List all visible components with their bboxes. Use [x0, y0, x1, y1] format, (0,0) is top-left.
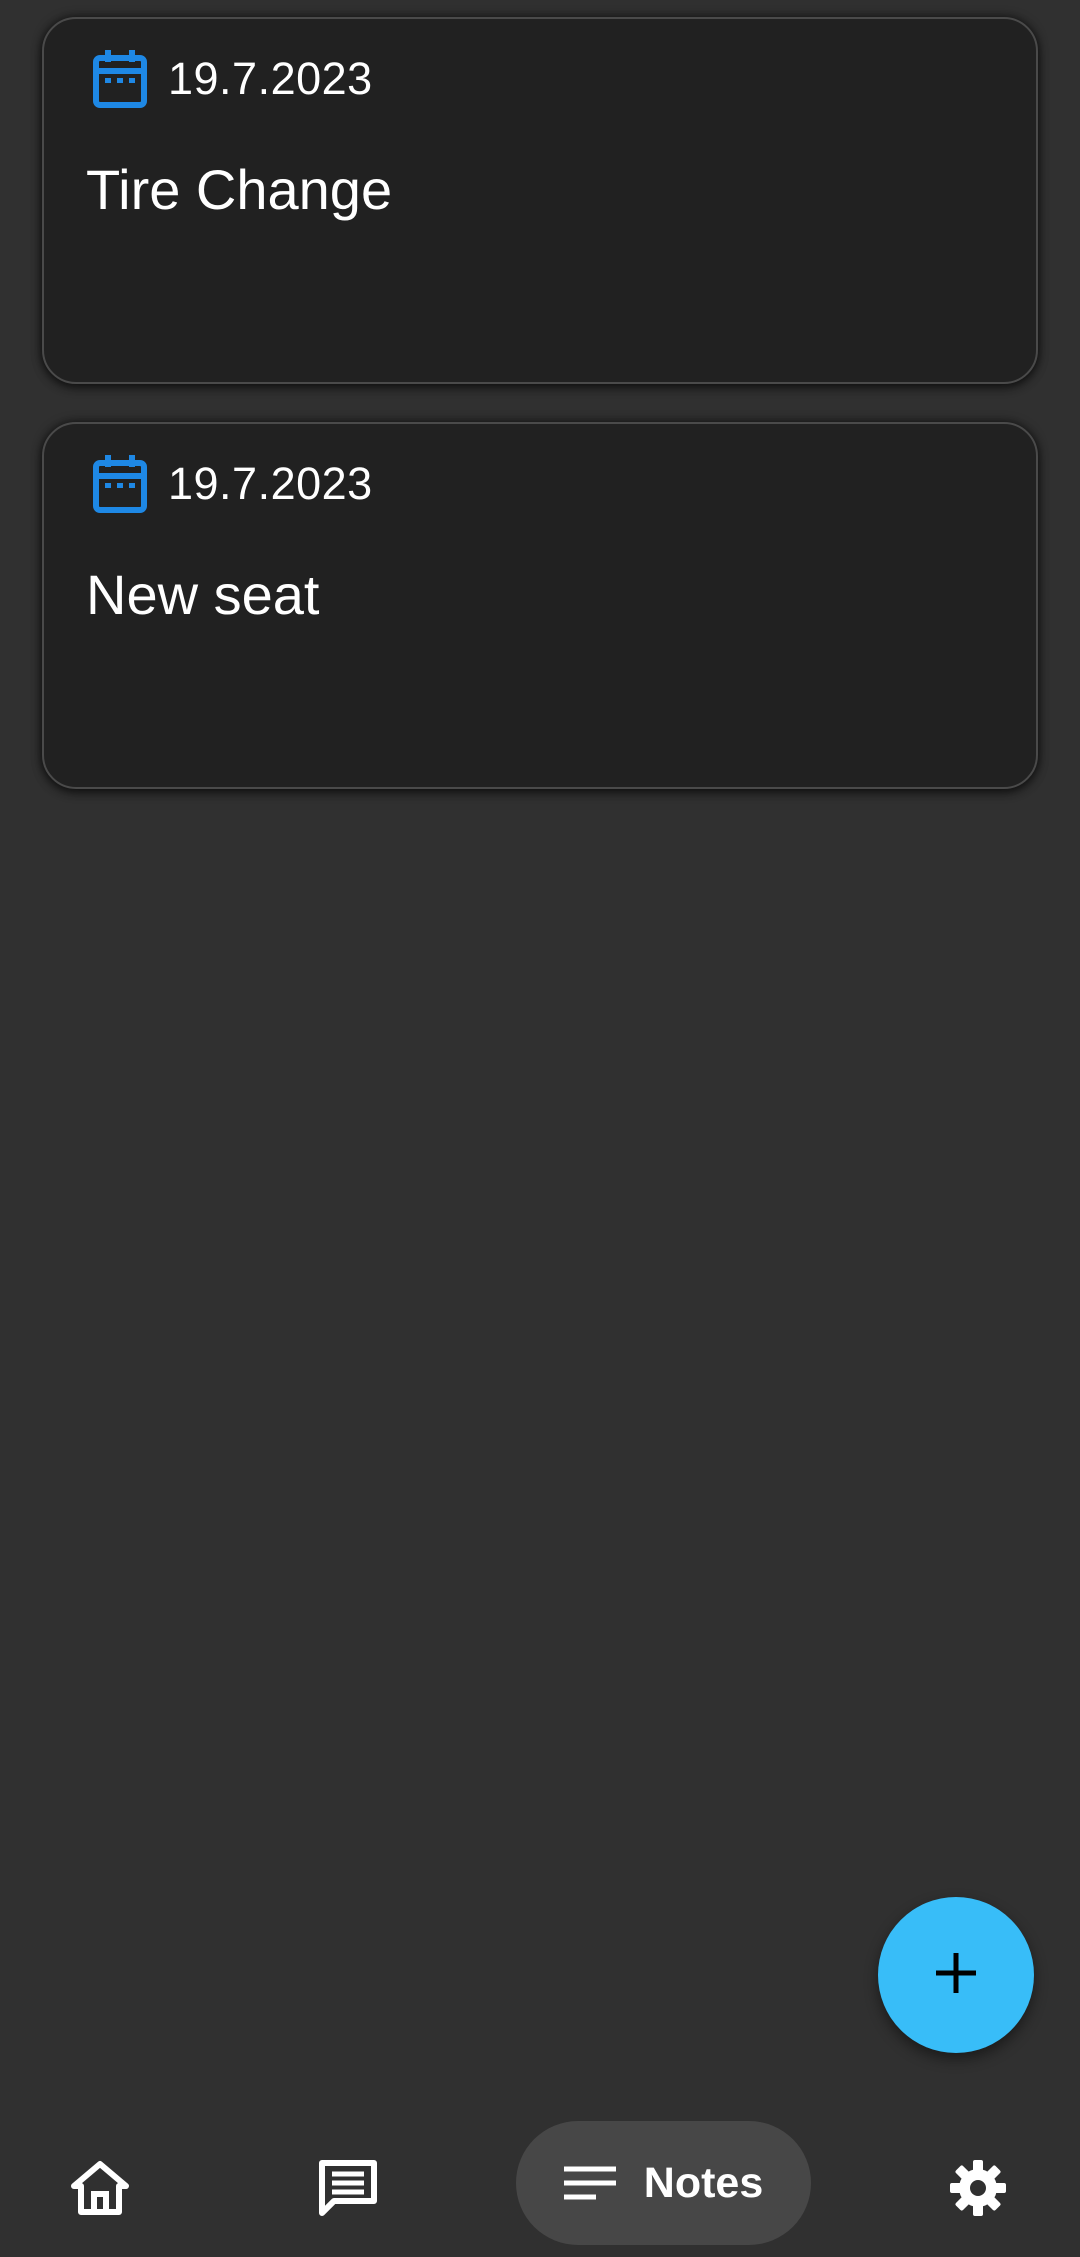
chat-icon [318, 2159, 378, 2217]
note-date-row: 19.7.2023 [92, 454, 373, 514]
plus-icon [932, 1949, 980, 2002]
note-title: New seat [86, 563, 320, 626]
add-note-button[interactable] [878, 1897, 1034, 2053]
note-title: Tire Change [86, 158, 393, 221]
notes-list: 19.7.2023 Tire Change 19.7.2023 New seat [42, 17, 1038, 827]
note-card[interactable]: 19.7.2023 New seat [42, 422, 1038, 789]
note-date-row: 19.7.2023 [92, 49, 373, 109]
notes-icon [563, 2165, 616, 2201]
nav-home-button[interactable] [60, 2148, 140, 2228]
nav-messages-button[interactable] [308, 2148, 388, 2228]
note-date: 19.7.2023 [168, 458, 373, 509]
bottom-navigation: Notes [0, 2100, 1080, 2257]
note-card[interactable]: 19.7.2023 Tire Change [42, 17, 1038, 384]
nav-settings-button[interactable] [938, 2148, 1018, 2228]
nav-notes-label: Notes [643, 2158, 764, 2207]
calendar-icon [92, 49, 148, 109]
nav-notes-button[interactable]: Notes [516, 2121, 811, 2245]
gear-icon [948, 2158, 1008, 2218]
calendar-icon [92, 454, 148, 514]
home-icon [70, 2160, 130, 2216]
note-date: 19.7.2023 [168, 53, 373, 104]
